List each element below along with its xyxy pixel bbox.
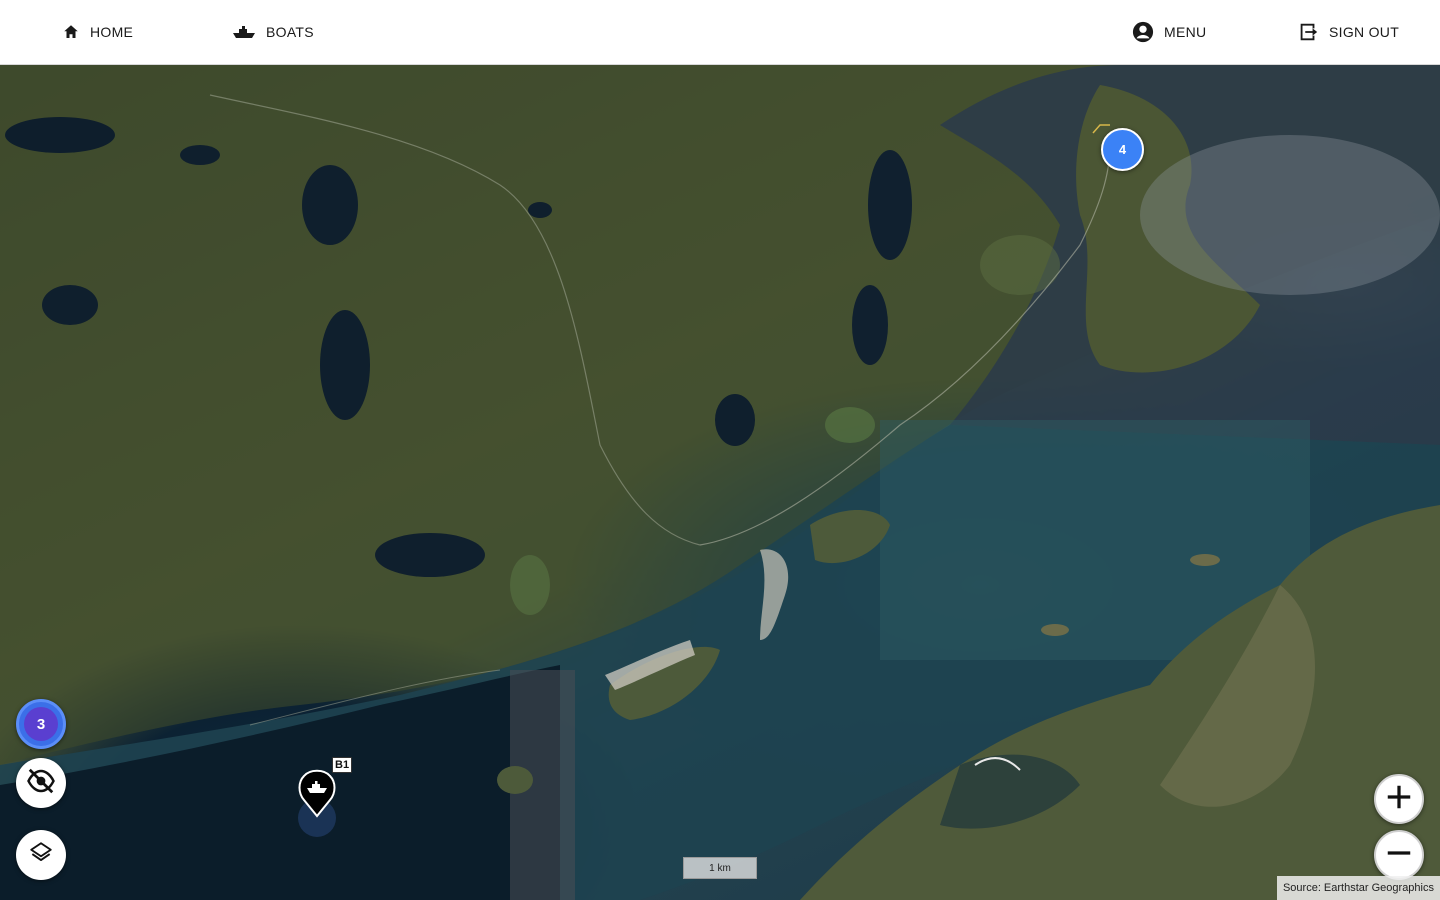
satellite-map[interactable]: 4 3 B1 1 km Source: Earthstar Geographic… xyxy=(0,65,1440,900)
cluster-count: 4 xyxy=(1118,142,1127,157)
cluster-count: 3 xyxy=(36,715,46,733)
nav-menu-label: MENU xyxy=(1164,24,1207,40)
attribution-text: Source: Earthstar Geographics xyxy=(1282,882,1434,894)
map-attribution: Source: Earthstar Geographics xyxy=(1276,876,1440,900)
boat-marker[interactable] xyxy=(296,766,338,818)
home-icon xyxy=(62,23,80,41)
zoom-out-button[interactable] xyxy=(1374,830,1424,880)
scale-bar: 1 km xyxy=(683,857,757,879)
nav-boats-label: BOATS xyxy=(266,24,314,40)
eye-off-icon xyxy=(26,766,56,801)
nav-boats[interactable]: BOATS xyxy=(232,0,314,64)
toggle-visibility-button[interactable] xyxy=(16,758,66,808)
boat-marker-label: B1 xyxy=(332,757,353,773)
boat-icon xyxy=(232,25,256,39)
account-circle-icon xyxy=(1132,21,1154,43)
layers-button[interactable] xyxy=(16,830,66,880)
plus-icon xyxy=(1384,782,1414,817)
nav-home-label: HOME xyxy=(90,24,134,40)
nav-sign-out-label: SIGN OUT xyxy=(1329,24,1400,40)
top-navigation: HOME BOATS MENU SIGN OUT xyxy=(0,0,1440,65)
satellite-terrain xyxy=(0,65,1440,900)
layers-icon xyxy=(28,840,54,871)
logout-icon xyxy=(1297,21,1319,43)
minus-icon xyxy=(1384,838,1414,873)
nav-menu[interactable]: MENU xyxy=(1132,0,1206,64)
cluster-inner: 3 xyxy=(24,707,58,741)
cluster-marker[interactable]: 3 xyxy=(16,699,66,749)
nav-home[interactable]: HOME xyxy=(62,0,133,64)
scale-label: 1 km xyxy=(709,862,731,874)
zoom-in-button[interactable] xyxy=(1374,774,1424,824)
nav-sign-out[interactable]: SIGN OUT xyxy=(1297,0,1399,64)
cluster-marker[interactable]: 4 xyxy=(1101,128,1144,171)
